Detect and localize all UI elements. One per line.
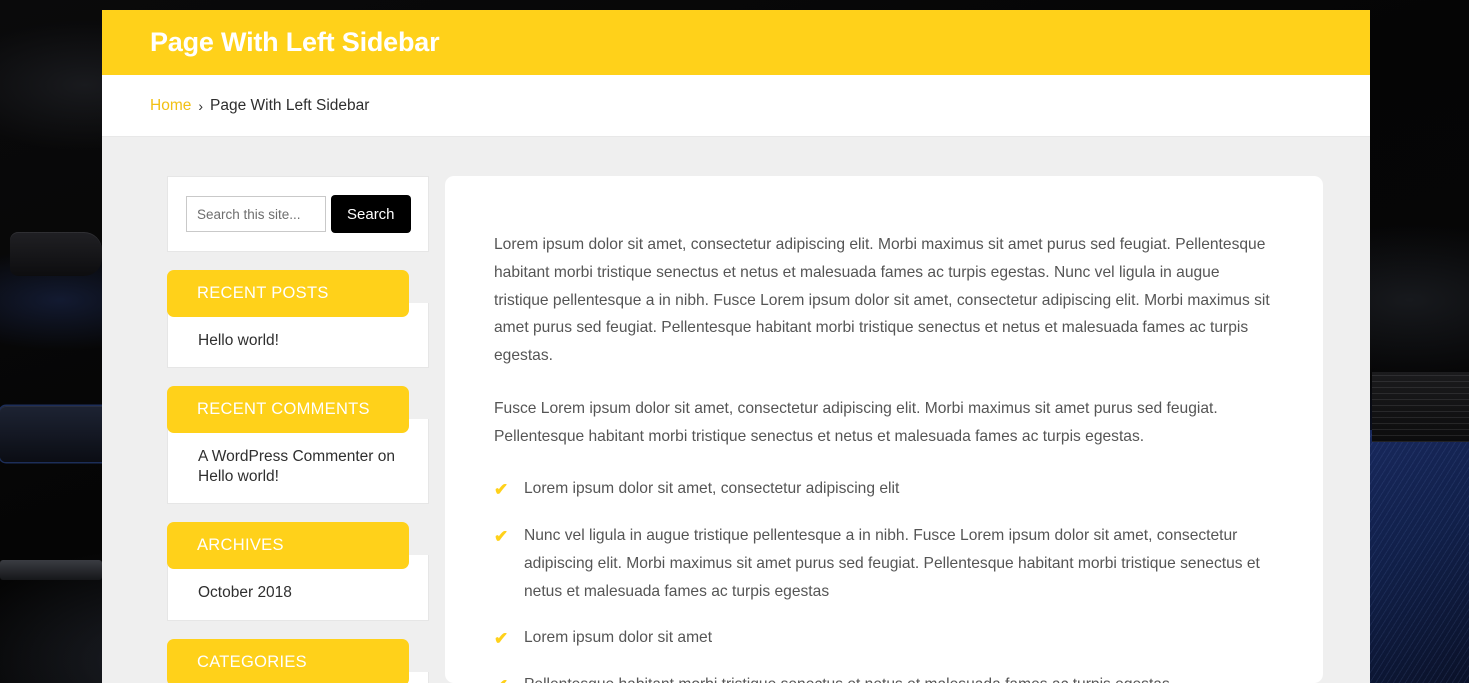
widget-header: RECENT COMMENTS [167,386,409,434]
list-item: ✔ Nunc vel ligula in augue tristique pel… [494,522,1275,605]
widget-title: ARCHIVES [197,536,284,555]
list-item: ✔ Lorem ipsum dolor sit amet, consectetu… [494,475,1275,503]
check-icon: ✔ [494,527,509,546]
list-item-label: Lorem ipsum dolor sit amet, consectetur … [524,480,900,498]
background-switch-panel [0,406,108,462]
sidebar: Search RECENT POSTS Hello world! RECENT … [167,176,429,683]
list-item[interactable]: Hello world! [198,331,410,351]
check-icon: ✔ [494,480,509,500]
content-paragraph: Fusce Lorem ipsum dolor sit amet, consec… [494,399,1218,445]
site-header: Page With Left Sidebar [102,10,1370,75]
widget-archives: ARCHIVES October 2018 [167,522,429,621]
list-item-label: Pellentesque habitant morbi tristique se… [524,676,1170,683]
list-item: ✔ Lorem ipsum dolor sit amet [494,624,1275,652]
content-area: Search RECENT POSTS Hello world! RECENT … [102,137,1370,683]
widget-title: CATEGORIES [197,652,307,671]
list-item[interactable]: A WordPress Commenter on Hello world! [198,447,410,487]
main-content-card: Lorem ipsum dolor sit amet, consectetur … [445,176,1323,683]
chevron-right-icon: › [198,97,204,114]
widget-header: CATEGORIES [167,638,409,683]
page-container: Page With Left Sidebar Home › Page With … [102,0,1370,683]
breadcrumb-current-page: Page With Left Sidebar [210,96,370,114]
background-air-vent [1372,372,1469,442]
list-item-label: Lorem ipsum dolor sit amet [524,629,713,647]
breadcrumb: Home › Page With Left Sidebar [102,75,1370,137]
list-item[interactable]: October 2018 [198,583,410,603]
check-icon: ✔ [494,629,509,649]
widget-title: RECENT COMMENTS [197,400,370,419]
widget-header: ARCHIVES [167,522,409,570]
widget-categories: CATEGORIES [167,638,429,683]
widget-recent-comments: RECENT COMMENTS A WordPress Commenter on… [167,386,429,505]
check-list: ✔ Lorem ipsum dolor sit amet, consectetu… [494,475,1275,683]
list-item: ✔ Pellentesque habitant morbi tristique … [494,671,1275,683]
search-input[interactable] [186,196,326,232]
search-button[interactable]: Search [331,195,411,233]
widget-title: RECENT POSTS [197,284,329,302]
background-trim [0,560,102,580]
background-door-handle [10,232,102,276]
page-title: Page With Left Sidebar [150,27,440,57]
breadcrumb-home-link[interactable]: Home [150,97,191,115]
list-item-label: Nunc vel ligula in augue tristique pelle… [524,527,1260,600]
content-paragraph: Lorem ipsum dolor sit amet, consectetur … [494,236,1270,364]
check-icon: ✔ [494,671,508,683]
widget-header: RECENT POSTS [167,270,409,317]
widget-recent-posts: RECENT POSTS Hello world! [167,270,429,369]
search-widget: Search [167,176,429,252]
